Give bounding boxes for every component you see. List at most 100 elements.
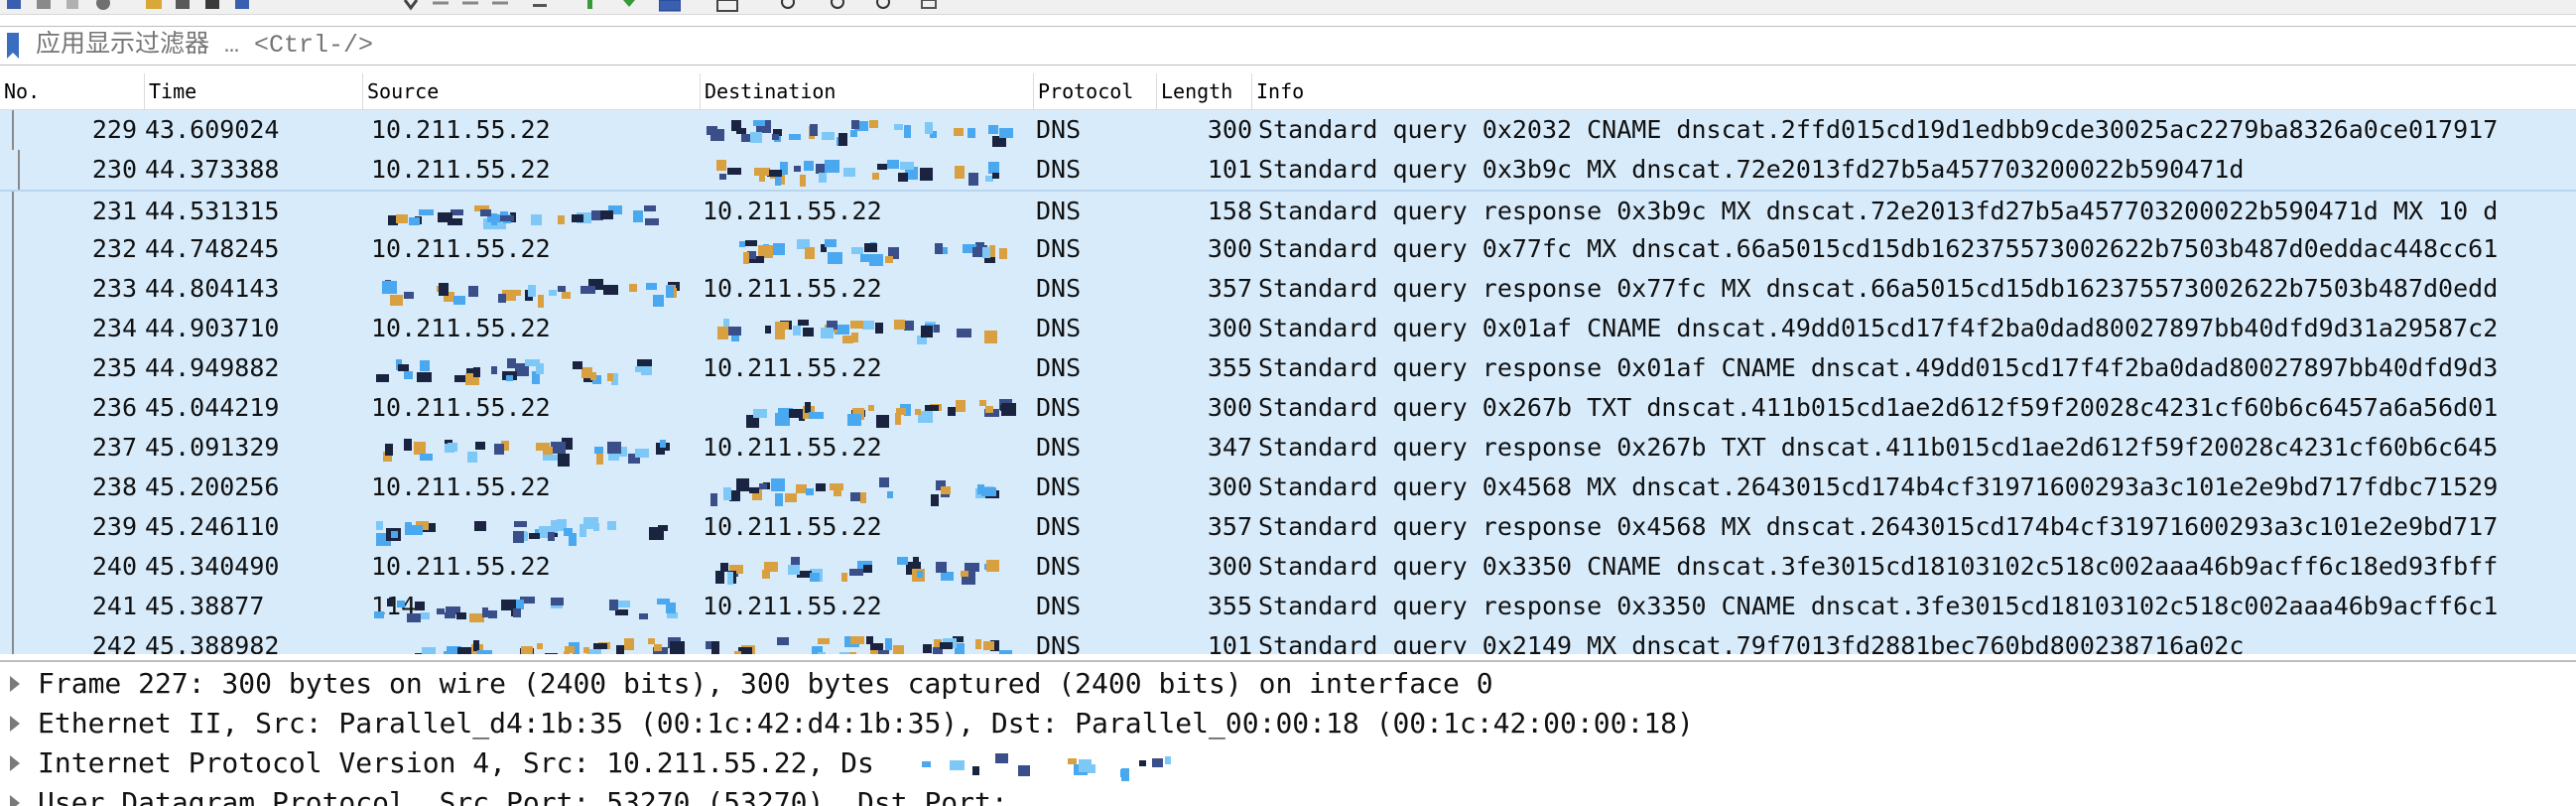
packet-list[interactable]: 229 43.609024 10.211.55.22 DNS 300 Standard q…	[0, 110, 2576, 654]
expand-arrow-icon[interactable]	[10, 795, 20, 806]
redaction-mosaic	[715, 557, 999, 585]
packet-row[interactable]: 234 44.903710 10.211.55.22 DNS 300 Standard q…	[0, 309, 2576, 348]
zoom-reset-icon[interactable]	[873, 0, 895, 12]
column-header-protocol[interactable]: Protocol	[1034, 73, 1157, 109]
redaction-mosaic	[415, 637, 685, 654]
save-file-icon[interactable]	[173, 0, 194, 12]
column-header-info[interactable]: Info	[1252, 73, 2576, 109]
go-forward-icon[interactable]	[460, 0, 482, 12]
packet-protocol: DNS	[1036, 393, 1082, 422]
packet-info: Standard query 0x3b9c MX dnscat.72e2013f…	[1258, 155, 2245, 184]
packet-row[interactable]: 242 45.388982 DNS 101 Standard query 0x2149 …	[0, 626, 2576, 654]
packet-row[interactable]: 236 45.044219 10.211.55.22 DNS 300 Standard q…	[0, 388, 2576, 428]
packet-source: 114	[371, 587, 699, 626]
packet-number: 234	[91, 314, 137, 342]
start-capture-icon[interactable]	[4, 0, 26, 12]
close-file-icon[interactable]	[202, 0, 224, 12]
packet-number: 236	[91, 393, 137, 422]
packet-list-header: No. Time Source Destination Protocol Len…	[0, 73, 2576, 110]
go-to-packet-icon[interactable]	[490, 0, 512, 12]
packet-time: 44.949882	[145, 353, 280, 382]
detail-tree-item[interactable]: User Datagram Protocol, Src Port: 53270 …	[0, 783, 2576, 806]
packet-source	[371, 269, 699, 309]
packet-details-pane: Frame 227: 300 bytes on wire (2400 bits)…	[0, 660, 2576, 806]
packet-time: 44.373388	[145, 155, 280, 184]
packet-length: 355	[1207, 353, 1252, 382]
packet-protocol: DNS	[1036, 155, 1082, 184]
detail-tree-item[interactable]: Internet Protocol Version 4, Src: 10.211…	[0, 743, 2576, 783]
packet-time: 44.903710	[145, 314, 280, 342]
go-back-icon[interactable]	[431, 0, 452, 12]
packet-protocol: DNS	[1036, 274, 1082, 303]
detail-text: Frame 227: 300 bytes on wire (2400 bits)…	[38, 667, 1493, 700]
auto-scroll-icon[interactable]	[619, 0, 641, 12]
packet-source	[371, 428, 699, 468]
packet-number: 238	[91, 472, 137, 501]
packet-destination	[703, 229, 1030, 269]
packet-source	[371, 507, 699, 547]
find-packet-icon[interactable]	[401, 0, 423, 12]
detail-text: User Datagram Protocol, Src Port: 53270 …	[38, 786, 1008, 806]
packet-destination: 10.211.55.22	[703, 512, 882, 541]
filter-bookmark-icon[interactable]	[6, 33, 20, 59]
go-last-icon[interactable]	[580, 0, 601, 12]
detail-text: Ethernet II, Src: Parallel_d4:1b:35 (00:…	[38, 707, 1694, 739]
packet-row[interactable]: 229 43.609024 10.211.55.22 DNS 300 Standard q…	[0, 110, 2576, 150]
packet-info: Standard query 0x77fc MX dnscat.66a5015c…	[1258, 234, 2499, 263]
column-header-source[interactable]: Source	[363, 73, 701, 109]
packet-row[interactable]: 230 44.373388 10.211.55.22 DNS 101 Standard q…	[0, 150, 2576, 190]
detail-tree-item[interactable]: Frame 227: 300 bytes on wire (2400 bits)…	[0, 664, 2576, 704]
column-header-time[interactable]: Time	[145, 73, 363, 109]
column-header-destination[interactable]: Destination	[701, 73, 1034, 109]
display-filter-input[interactable]	[28, 31, 2574, 59]
redaction-mosaic	[710, 477, 999, 506]
packet-info: Standard query 0x2149 MX dnscat.79f7013f…	[1258, 631, 2245, 654]
expand-arrow-icon[interactable]	[10, 676, 20, 692]
capture-options-icon[interactable]	[93, 0, 115, 12]
redaction-mosaic	[382, 279, 680, 308]
packet-row[interactable]: 239 45.246110 10.211.55.22 DNS 357 Standard q…	[0, 507, 2576, 547]
colorize-icon[interactable]	[659, 0, 681, 12]
packet-row[interactable]: 237 45.091329 10.211.55.22 DNS 347 Standard q…	[0, 428, 2576, 468]
packet-protocol: DNS	[1036, 512, 1082, 541]
zoom-out-icon[interactable]	[828, 0, 849, 12]
packet-number: 231	[91, 197, 137, 225]
zoom-in-icon[interactable]	[778, 0, 800, 12]
resize-layout-icon[interactable]	[919, 0, 941, 12]
packet-source: 10.211.55.22	[371, 552, 551, 581]
expand-arrow-icon[interactable]	[10, 716, 20, 732]
resize-columns-icon[interactable]	[716, 0, 738, 12]
packet-row[interactable]: 231 44.531315 10.211.55.22 DNS 158 Standard q…	[0, 190, 2576, 231]
packet-row[interactable]: 241 45.38877 114 10.211.55.22 DNS 355 Standard…	[0, 587, 2576, 626]
packet-row[interactable]: 240 45.340490 10.211.55.22 DNS 300 Standard q…	[0, 547, 2576, 587]
go-first-icon[interactable]	[530, 0, 552, 12]
packet-time: 44.748245	[145, 234, 280, 263]
restart-capture-icon[interactable]	[64, 0, 85, 12]
open-file-icon[interactable]	[143, 0, 165, 12]
redaction-mosaic	[716, 160, 999, 187]
expand-arrow-icon[interactable]	[10, 755, 20, 771]
packet-row[interactable]: 238 45.200256 10.211.55.22 DNS 300 Standard q…	[0, 468, 2576, 507]
packet-length: 300	[1207, 234, 1252, 263]
reload-file-icon[interactable]	[232, 0, 254, 12]
packet-destination: 10.211.55.22	[703, 433, 882, 462]
redaction-mosaic	[922, 753, 1171, 781]
packet-number: 240	[91, 552, 137, 581]
packet-protocol: DNS	[1036, 472, 1082, 501]
column-header-length[interactable]: Length	[1157, 73, 1252, 109]
packet-number: 229	[91, 115, 137, 144]
stop-capture-icon[interactable]	[34, 0, 56, 12]
packet-number: 237	[91, 433, 137, 462]
detail-tree-item[interactable]: Ethernet II, Src: Parallel_d4:1b:35 (00:…	[0, 704, 2576, 743]
packet-row[interactable]: 235 44.949882 10.211.55.22 DNS 355 Standard q…	[0, 348, 2576, 388]
packet-length: 101	[1207, 631, 1252, 654]
packet-number: 239	[91, 512, 137, 541]
packet-destination: 10.211.55.22	[703, 274, 882, 303]
packet-destination: 10.211.55.22	[703, 197, 882, 225]
packet-protocol: DNS	[1036, 197, 1082, 225]
packet-protocol: DNS	[1036, 353, 1082, 382]
redaction-mosaic	[374, 597, 678, 622]
packet-row[interactable]: 233 44.804143 10.211.55.22 DNS 357 Standard q…	[0, 269, 2576, 309]
column-header-no[interactable]: No.	[0, 73, 145, 109]
packet-row[interactable]: 232 44.748245 10.211.55.22 DNS 300 Standard q…	[0, 229, 2576, 269]
